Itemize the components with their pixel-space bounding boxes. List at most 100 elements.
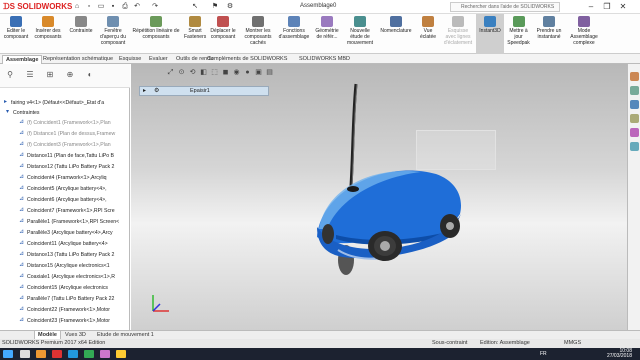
tree-item-constraint[interactable]: ⊿ Parallèle7 (Tattu LiPo Battery Pack 22 [0, 294, 130, 304]
tree-item-constraint[interactable]: ⊿ Distance13 (Tattu LiPo Battery Pack 2 [0, 250, 130, 260]
ribbon-button-label: Fonctions d'assemblage [278, 28, 310, 40]
save-icon[interactable]: ▪ [108, 2, 118, 12]
solidworks-logo[interactable]: ᗪS SOLIDWORKS [3, 2, 72, 12]
ribbon-button-label: Insérer des composants [34, 28, 62, 40]
solidworks-taskbar-icon[interactable] [52, 350, 62, 358]
redo-icon[interactable]: ↷ [150, 2, 160, 12]
file-explorer-icon[interactable] [630, 100, 639, 109]
custom-properties-icon[interactable] [630, 142, 639, 151]
ribbon-button-icon [390, 16, 402, 27]
tree-item-label: fairing v4<1> (Défaut<<Défaut>_Etat d'a [11, 100, 105, 106]
axis-triad-icon [152, 295, 169, 312]
tree-item-label: Coincident5 (Arcylique battery<4>, [27, 186, 107, 192]
app-taskbar-icon[interactable] [84, 350, 94, 358]
ribbon-button-label: Smart Fasteners [184, 28, 207, 40]
robot-model[interactable] [131, 64, 627, 330]
restore-icon[interactable]: ❐ [600, 1, 614, 13]
property-manager-tab-icon[interactable]: ☰ [24, 69, 36, 81]
ribbon-button-6[interactable]: Déplacer le composant [208, 14, 238, 54]
tree-item-constraint[interactable]: ⊿ Distance12 (Tattu LiPo Battery Pack 2 [0, 162, 130, 172]
tree-item-constraint[interactable]: ⊿ Coincident22 (Framework<1>,Motor [0, 305, 130, 315]
tree-item-constraint[interactable]: ⊿ Coincident7 (Framework<1>,RPI Scre [0, 206, 130, 216]
ribbon-button-icon [512, 16, 525, 27]
minimize-icon[interactable]: – [584, 1, 598, 13]
ribbon-button-16[interactable]: Prendre un instantané [534, 14, 564, 54]
tree-item-constraint[interactable]: ⊿ Parallèle1 (Framework<1>,RPI Screen< [0, 217, 130, 227]
help-search-input[interactable]: Rechercher dans l'aide de SOLIDWORKS [450, 2, 560, 12]
dimxpert-tab-icon[interactable]: ⊕ [64, 69, 76, 81]
status-units[interactable]: MMGS [564, 339, 581, 348]
feature-manager-tab-icon[interactable]: ⚲ [4, 69, 16, 81]
appearances-icon[interactable] [630, 128, 639, 137]
app2-taskbar-icon[interactable] [100, 350, 110, 358]
open-folder-icon[interactable]: ▭ [96, 2, 106, 12]
ribbon-button-8[interactable]: Fonctions d'assemblage [278, 14, 310, 54]
solidworks-resources-icon[interactable] [630, 72, 639, 81]
tree-item-label: Distance15 (Arcylique electronics<1 [27, 263, 110, 269]
ribbon-button-12[interactable]: Vue éclatée [416, 14, 440, 54]
constraint-icon: ▾ [5, 109, 9, 116]
tree-item-constraint[interactable]: ⊿ Parallèle3 (Arcylique battery<4>,Arcy [0, 228, 130, 238]
ribbon-button-0[interactable]: Editer le composant [2, 14, 30, 54]
display-manager-tab-icon[interactable]: ◐ [84, 69, 96, 81]
tab-1[interactable]: Représentation schématique [40, 55, 116, 64]
ribbon-button-17[interactable]: Mode Assemblage complexe [566, 14, 602, 54]
tree-item-label: Coincident23 (Framework<1>,Motor [27, 318, 111, 324]
tree-item-constraint[interactable]: ⊿ Coincident11 (Arcylique battery<4> [0, 239, 130, 249]
design-library-icon[interactable] [630, 86, 639, 95]
ribbon-button-11[interactable]: Nomenclature [378, 14, 414, 54]
tree-item-constraint[interactable]: ⊿ Coincident4 (Framwork<1>,Arcyliq [0, 173, 130, 183]
tab-3[interactable]: Evaluer [146, 55, 171, 64]
tree-item-constraint[interactable]: ⊿ Coaxiale1 (Arcylique electronics<1>,R [0, 272, 130, 282]
ribbon-button-3[interactable]: Fenêtre d'aperçu du composant [98, 14, 128, 54]
language-indicator[interactable]: FR [540, 351, 547, 357]
tab-6[interactable]: SOLIDWORKS MBD [296, 55, 353, 64]
graphics-viewport[interactable]: ⤢ ⊙ ⟲ ◧ ⬚ ◼ ◉ ● ▣ ▤ ▸ ⚙ Epaisir1 [131, 64, 627, 330]
ribbon-button-5[interactable]: Smart Fasteners [184, 14, 206, 54]
ribbon-button-14[interactable]: Instant3D [476, 14, 504, 54]
tree-item-constraint[interactable]: ⊿ (f) Coincident3 (Framework<1>,Plan [0, 140, 130, 150]
app3-taskbar-icon[interactable] [116, 350, 126, 358]
tree-item-label: Distance11 (Plan de face,Tattu LiPo B [27, 153, 114, 159]
tree-item-constraint[interactable]: ⊿ Coincident15 (Arcylique electronics [0, 283, 130, 293]
tree-item-constraint[interactable]: ⊿ Distance11 (Plan de face,Tattu LiPo B [0, 151, 130, 161]
new-document-icon[interactable]: ▫ [84, 2, 94, 12]
search-taskbar-icon[interactable] [20, 350, 30, 358]
tree-item-constraint[interactable]: ⊿ (f) Coincident1 (Framework<1>,Plan [0, 118, 130, 128]
taskbar-clock[interactable]: 10:08 27/03/2018 [607, 349, 632, 359]
undo-icon[interactable]: ↶ [132, 2, 142, 12]
tree-item-fairing[interactable]: ▸ fairing v4<1> (Défaut<<Défaut>_Etat d'a [0, 98, 130, 108]
browser-taskbar-icon[interactable] [68, 350, 78, 358]
tree-item-constraint[interactable]: ⊿ Coincident6 (Arcylique battery<4>, [0, 195, 130, 205]
tree-item-constraint[interactable]: ⊿ Coincident23 (Framework<1>,Motor [0, 316, 130, 326]
tree-item-constraint[interactable]: ⊿ (f) Distance1 (Plan de dessus,Framew [0, 129, 130, 139]
ribbon-button-13[interactable]: Esquisse avec lignes d'éclatement [442, 14, 474, 54]
tab-0[interactable]: Assemblage [2, 55, 43, 64]
configuration-manager-tab-icon[interactable]: ⊞ [44, 69, 56, 81]
ribbon-button-1[interactable]: Insérer des composants [32, 14, 64, 54]
ribbon-button-15[interactable]: Mettre à jour Speedpak [505, 14, 532, 54]
document-title: Assemblage0 [300, 3, 337, 9]
ribbon-button-label: Mettre à jour Speedpak [507, 28, 530, 46]
ribbon-button-7[interactable]: Montrer les composants cachés [240, 14, 276, 54]
home-icon[interactable]: ⌂ [72, 2, 82, 12]
ribbon-button-2[interactable]: Contrainte [66, 14, 96, 54]
tab-2[interactable]: Esquisse [116, 55, 144, 64]
feature-manager-panel: ⚲ ☰ ⊞ ⊕ ◐ ▸ fairing v4<1> (Défaut<<Défaut… [0, 64, 130, 330]
windows-start-icon[interactable] [3, 350, 13, 358]
print-icon[interactable]: ⎙ [120, 2, 130, 12]
tab-5[interactable]: Compléments de SOLIDWORKS [204, 55, 290, 64]
ribbon-button-10[interactable]: Nouvelle étude de mouvement [344, 14, 376, 54]
file-explorer-taskbar-icon[interactable] [36, 350, 46, 358]
ribbon-button-4[interactable]: Répétition linéaire de composants [130, 14, 182, 54]
options-gear-icon[interactable]: ⚙ [225, 2, 235, 12]
view-palette-icon[interactable] [630, 114, 639, 123]
tree-item-constraint[interactable]: ⊿ Coincident5 (Arcylique battery<4>, [0, 184, 130, 194]
rebuild-icon[interactable]: ⚑ [210, 2, 220, 12]
tree-item-constraint[interactable]: ⊿ Distance15 (Arcylique electronics<1 [0, 261, 130, 271]
close-icon[interactable]: ✕ [616, 1, 630, 13]
select-cursor-icon[interactable]: ↖ [190, 2, 200, 12]
ribbon-button-9[interactable]: Géométrie de référ... [312, 14, 342, 54]
feature-tree: ▸ fairing v4<1> (Défaut<<Défaut>_Etat d'a… [0, 98, 130, 330]
tree-item-contraintes[interactable]: ▾ Contraintes [0, 108, 130, 118]
